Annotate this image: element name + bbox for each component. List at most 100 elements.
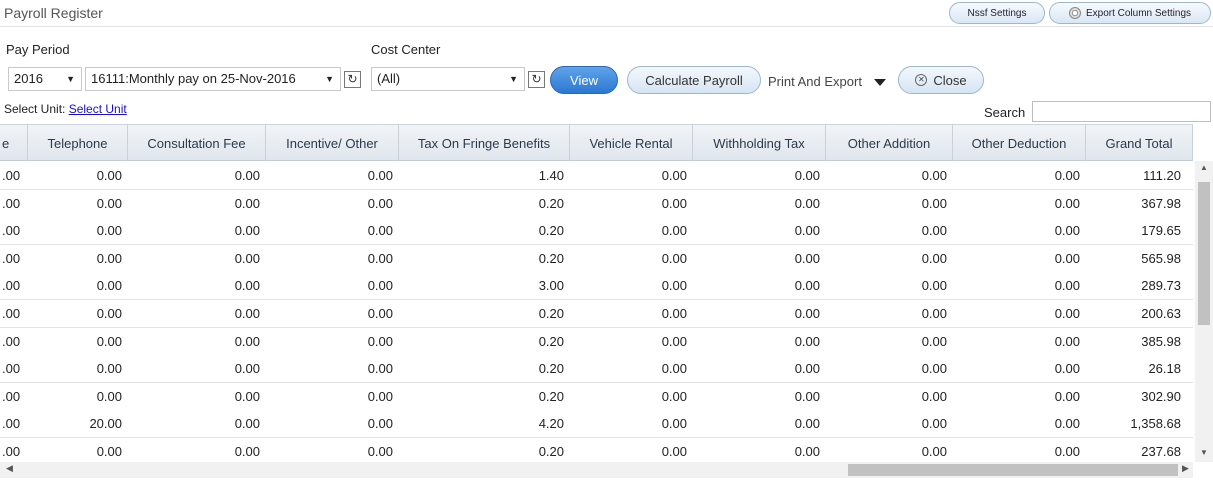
cell-other-addition: 0.00 bbox=[921, 306, 947, 321]
table-row[interactable]: .00 0.00 0.00 0.00 0.20 0.00 0.00 0.00 0.00 200.6… bbox=[0, 300, 1193, 328]
cell-tax-on-fringe-benefits: 0.20 bbox=[538, 195, 564, 211]
pay-period-select[interactable]: 16111:Monthly pay on 25-Nov-2016 ▼ bbox=[85, 67, 341, 91]
search-input[interactable] bbox=[1032, 101, 1211, 122]
cell-consultation-fee: 0.00 bbox=[234, 250, 260, 266]
view-button[interactable]: View bbox=[550, 66, 618, 94]
cell-consultation-fee: 0.00 bbox=[234, 306, 260, 321]
cell-incentive-other: 0.00 bbox=[367, 278, 393, 294]
cell-incentive-other: 0.00 bbox=[367, 361, 393, 377]
cell-incentive-other: 0.00 bbox=[367, 223, 393, 239]
cell-tax-on-fringe-benefits: 4.20 bbox=[538, 416, 564, 432]
cell-telephone: 0.00 bbox=[96, 168, 122, 183]
cell-withholding-tax: 0.00 bbox=[794, 444, 820, 459]
pay-period-select-value: 16111:Monthly pay on 25-Nov-2016 bbox=[91, 71, 296, 86]
export-column-settings-button[interactable]: Export Column Settings bbox=[1049, 2, 1211, 24]
print-and-export-menu[interactable]: Print And Export bbox=[768, 74, 862, 89]
cell-telephone: 0.00 bbox=[96, 195, 122, 211]
cell-grand-total: 289.73 bbox=[1141, 278, 1181, 294]
column-header-grand-total[interactable]: Grand Total bbox=[1086, 125, 1193, 161]
cell-vehicle-rental: 0.00 bbox=[661, 306, 687, 321]
cell-grand-total: 302.90 bbox=[1141, 388, 1181, 404]
export-column-settings-label: Export Column Settings bbox=[1085, 7, 1192, 19]
cost-center-select[interactable]: (All) ▼ bbox=[371, 67, 525, 91]
table-row[interactable]: .00 0.00 0.00 0.00 0.20 0.00 0.00 0.00 0.00 367.9… bbox=[0, 189, 1193, 218]
chevron-down-icon: ▼ bbox=[509, 74, 518, 84]
select-unit-label: Select Unit: bbox=[4, 102, 66, 116]
cell-vehicle-rental: 0.00 bbox=[661, 168, 687, 183]
cell-grand-total: 237.68 bbox=[1141, 444, 1181, 459]
cell-consultation-fee: 0.00 bbox=[234, 333, 260, 349]
cell-other-deduction: 0.00 bbox=[1054, 278, 1080, 294]
year-select-value: 2016 bbox=[14, 71, 43, 86]
horizontal-scroll-thumb[interactable] bbox=[848, 464, 1178, 476]
column-header-vehicle-rental[interactable]: Vehicle Rental bbox=[570, 125, 693, 161]
table-row[interactable]: .00 0.00 0.00 0.00 0.20 0.00 0.00 0.00 0.00 237.6… bbox=[0, 438, 1193, 462]
cell-withholding-tax: 0.00 bbox=[794, 333, 820, 349]
cell-incentive-other: 0.00 bbox=[367, 444, 393, 459]
cell-grand-total: 111.20 bbox=[1143, 168, 1181, 183]
table-row[interactable]: .00 20.00 0.00 0.00 4.20 0.00 0.00 0.00 0.00 1,35… bbox=[0, 410, 1193, 439]
cell-tax-on-fringe-benefits: 0.20 bbox=[538, 388, 564, 404]
refresh-icon[interactable]: ↻ bbox=[528, 71, 545, 88]
table-row[interactable]: .00 0.00 0.00 0.00 0.20 0.00 0.00 0.00 0.00 26.18 bbox=[0, 355, 1193, 384]
chevron-down-icon: ▼ bbox=[66, 74, 75, 84]
cell-partial-col: .00 bbox=[2, 278, 21, 294]
cell-consultation-fee: 0.00 bbox=[234, 416, 260, 432]
cost-center-label: Cost Center bbox=[371, 42, 441, 57]
cell-telephone: 0.00 bbox=[96, 306, 122, 321]
column-header-consultation-fee[interactable]: Consultation Fee bbox=[128, 125, 266, 161]
scroll-up-icon[interactable]: ▲ bbox=[1195, 163, 1213, 172]
cell-withholding-tax: 0.00 bbox=[794, 278, 820, 294]
column-header-incentive-other[interactable]: Incentive/ Other bbox=[266, 125, 399, 161]
scroll-right-icon[interactable]: ▶ bbox=[1182, 463, 1189, 474]
cell-tax-on-fringe-benefits: 1.40 bbox=[538, 168, 564, 183]
column-header-telephone[interactable]: Telephone bbox=[28, 125, 128, 161]
table-row[interactable]: .00 0.00 0.00 0.00 0.20 0.00 0.00 0.00 0.00 385.9… bbox=[0, 327, 1193, 356]
cell-other-deduction: 0.00 bbox=[1054, 416, 1080, 432]
cell-vehicle-rental: 0.00 bbox=[661, 278, 687, 294]
close-button[interactable]: ✕ Close bbox=[898, 66, 984, 94]
cell-other-addition: 0.00 bbox=[921, 361, 947, 377]
cell-other-deduction: 0.00 bbox=[1054, 306, 1080, 321]
vertical-scroll-thumb[interactable] bbox=[1198, 182, 1210, 325]
year-select[interactable]: 2016 ▼ bbox=[8, 67, 82, 91]
scroll-left-icon[interactable]: ◀ bbox=[6, 463, 13, 474]
column-header-partial-col[interactable]: e bbox=[0, 125, 28, 161]
calculate-payroll-button[interactable]: Calculate Payroll bbox=[627, 66, 761, 94]
table-row[interactable]: .00 0.00 0.00 0.00 0.20 0.00 0.00 0.00 0.00 179.6… bbox=[0, 217, 1193, 246]
scroll-down-icon[interactable]: ▼ bbox=[1195, 448, 1213, 457]
gear-icon bbox=[1068, 7, 1081, 19]
column-header-other-addition[interactable]: Other Addition bbox=[826, 125, 953, 161]
cell-telephone: 0.00 bbox=[96, 223, 122, 239]
cell-consultation-fee: 0.00 bbox=[234, 388, 260, 404]
view-button-label: View bbox=[570, 72, 598, 88]
cell-withholding-tax: 0.00 bbox=[794, 388, 820, 404]
cell-withholding-tax: 0.00 bbox=[794, 223, 820, 239]
cell-partial-col: .00 bbox=[2, 306, 21, 321]
table-row[interactable]: .00 0.00 0.00 0.00 0.20 0.00 0.00 0.00 0.00 565.9… bbox=[0, 244, 1193, 273]
select-unit-link[interactable]: Select Unit bbox=[69, 102, 127, 116]
column-header-withholding-tax[interactable]: Withholding Tax bbox=[693, 125, 826, 161]
column-header-other-deduction[interactable]: Other Deduction bbox=[953, 125, 1086, 161]
refresh-icon[interactable]: ↻ bbox=[344, 71, 361, 88]
cell-tax-on-fringe-benefits: 0.20 bbox=[538, 250, 564, 266]
nssf-settings-button[interactable]: Nssf Settings bbox=[949, 2, 1045, 24]
cell-partial-col: .00 bbox=[2, 361, 21, 377]
table-row[interactable]: .00 0.00 0.00 0.00 1.40 0.00 0.00 0.00 0.00 111.2… bbox=[0, 162, 1193, 190]
cell-telephone: 20.00 bbox=[89, 416, 122, 432]
cell-other-deduction: 0.00 bbox=[1054, 168, 1080, 183]
cell-partial-col: .00 bbox=[2, 416, 21, 432]
cell-partial-col: .00 bbox=[2, 195, 21, 211]
cell-vehicle-rental: 0.00 bbox=[661, 223, 687, 239]
cell-other-addition: 0.00 bbox=[921, 168, 947, 183]
table-row[interactable]: .00 0.00 0.00 0.00 3.00 0.00 0.00 0.00 0.00 289.7… bbox=[0, 272, 1193, 301]
cell-tax-on-fringe-benefits: 0.20 bbox=[538, 306, 564, 321]
table-row[interactable]: .00 0.00 0.00 0.00 0.20 0.00 0.00 0.00 0.00 302.9… bbox=[0, 382, 1193, 411]
cell-withholding-tax: 0.00 bbox=[794, 168, 820, 183]
dropdown-arrow-icon[interactable] bbox=[874, 79, 886, 86]
cell-withholding-tax: 0.00 bbox=[794, 306, 820, 321]
column-header-tax-on-fringe-benefits[interactable]: Tax On Fringe Benefits bbox=[399, 125, 570, 161]
cell-tax-on-fringe-benefits: 3.00 bbox=[538, 278, 564, 294]
cell-grand-total: 565.98 bbox=[1141, 250, 1181, 266]
cell-vehicle-rental: 0.00 bbox=[661, 250, 687, 266]
